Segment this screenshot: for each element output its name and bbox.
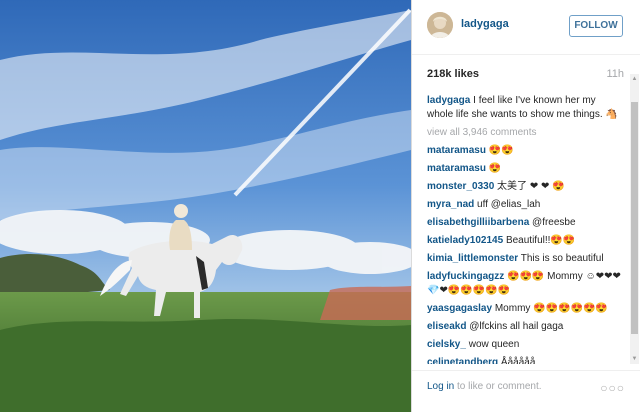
comment-row: monster_0330 太美了 ❤ ❤ 😍 [427, 180, 623, 194]
comment-username[interactable]: celinetandberg [427, 357, 498, 364]
scroll-up-arrow-icon[interactable]: ▲ [631, 75, 638, 83]
comment-text: 😍😍 [488, 145, 514, 156]
post-sidebar: ladygaga FOLLOW 218k likes 11h ladygaga … [412, 0, 640, 412]
comment-text: @freesbe [532, 217, 576, 228]
comment-username[interactable]: ladyfuckingagzz [427, 271, 504, 282]
comment-username[interactable]: elisabethgilliibarbena [427, 217, 529, 228]
comment-username[interactable]: cielsky_ [427, 339, 466, 350]
comment-text: 😍 [488, 163, 502, 174]
comment-row: katielady102145 Beautiful!!😍😍 [427, 234, 623, 248]
comment-text: Mommy 😍😍😍😍😍😍 [494, 303, 608, 314]
comment-row: celinetandberg Åååååå [427, 356, 623, 364]
caption-username[interactable]: ladygaga [427, 95, 470, 106]
login-prompt-text: to like or comment. [454, 381, 542, 392]
avatar[interactable] [427, 12, 453, 38]
comment-text: 太美了 ❤ ❤ 😍 [497, 181, 565, 192]
timestamp[interactable]: 11h [606, 68, 624, 80]
horse-rider-image [0, 0, 411, 412]
post-header: ladygaga FOLLOW [412, 0, 640, 55]
comment-text: @lfckins all hail gaga [469, 321, 564, 332]
post-footer: Log in to like or comment. ○○○ [412, 370, 640, 413]
comment-row: kimia_littlemonster This is so beautiful [427, 252, 623, 266]
comment-username[interactable]: katielady102145 [427, 235, 503, 246]
comments-list: ladygaga I feel like I've known her my w… [427, 94, 623, 364]
comment-text: Åååååå [500, 357, 536, 364]
caption: ladygaga I feel like I've known her my w… [427, 94, 623, 122]
view-all-comments-link[interactable]: view all 3,946 comments [427, 126, 623, 140]
comment-text: wow queen [468, 339, 520, 350]
scrollbar-thumb[interactable] [631, 102, 638, 334]
comment-row: myra_nad uff @elias_lah [427, 198, 623, 212]
comment-username[interactable]: mataramasu [427, 163, 486, 174]
comment-row: mataramasu 😍 [427, 162, 623, 176]
likes-count[interactable]: 218k likes [427, 68, 479, 80]
comment-username[interactable]: yaasgagaslay [427, 303, 492, 314]
comment-username[interactable]: myra_nad [427, 199, 474, 210]
comment-text: uff @elias_lah [477, 199, 541, 210]
comment-username[interactable]: eliseakd [427, 321, 466, 332]
scroll-down-arrow-icon[interactable]: ▼ [631, 355, 638, 363]
comment-row: ladyfuckingagzz 😍😍😍 Mommy ☺❤❤❤💎❤😍😍😍😍😍 [427, 270, 623, 298]
comment-row: yaasgagaslay Mommy 😍😍😍😍😍😍 [427, 302, 623, 316]
comment-row: cielsky_ wow queen [427, 338, 623, 352]
comment-username[interactable]: kimia_littlemonster [427, 253, 518, 264]
comment-username[interactable]: monster_0330 [427, 181, 494, 192]
comment-text: This is so beautiful [520, 253, 604, 264]
comments-scrollbar[interactable]: ▲ ▼ [630, 74, 639, 364]
comment-row: eliseakd @lfckins all hail gaga [427, 320, 623, 334]
post-photo[interactable] [0, 0, 411, 412]
login-link[interactable]: Log in [427, 381, 454, 392]
author-username[interactable]: ladygaga [461, 18, 509, 30]
comment-username[interactable]: mataramasu [427, 145, 486, 156]
instagram-post: ladygaga FOLLOW 218k likes 11h ladygaga … [0, 0, 640, 412]
follow-button[interactable]: FOLLOW [569, 15, 623, 37]
avatar-image [427, 12, 453, 38]
ellipsis-icon[interactable]: ○○○ [600, 381, 625, 395]
comment-row: mataramasu 😍😍 [427, 144, 623, 158]
login-prompt: Log in to like or comment. [427, 381, 542, 392]
comment-text: Beautiful!!😍😍 [505, 235, 576, 246]
comment-row: elisabethgilliibarbena @freesbe [427, 216, 623, 230]
